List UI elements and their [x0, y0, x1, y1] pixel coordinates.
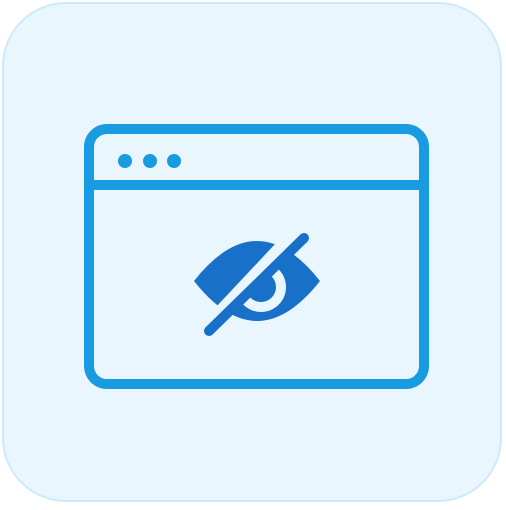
hidden-window-icon	[84, 124, 429, 389]
window-control-dots	[118, 154, 181, 168]
eye-slash-icon	[194, 233, 320, 336]
window-dot-1	[118, 154, 132, 168]
app-icon-tile[interactable]	[2, 2, 502, 502]
window-dot-2	[143, 154, 157, 168]
window-dot-3	[167, 154, 181, 168]
